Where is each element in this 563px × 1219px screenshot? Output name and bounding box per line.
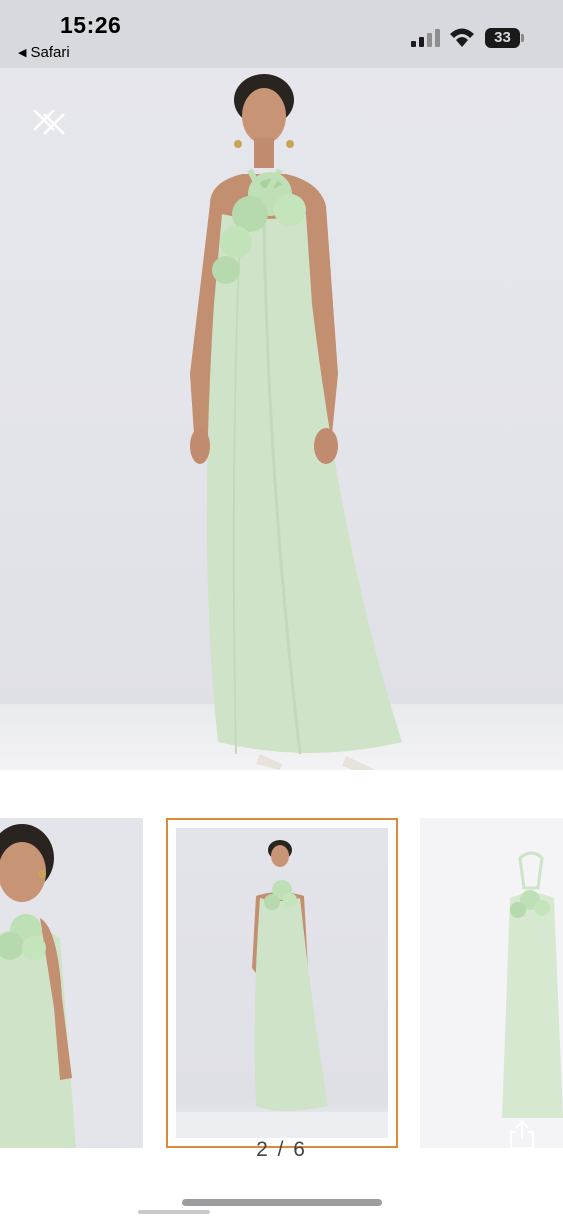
main-product-image[interactable]: [0, 26, 563, 770]
thumbnail-2-selected[interactable]: [166, 818, 398, 1148]
status-time: 15:26: [60, 12, 122, 38]
thumbnail-3[interactable]: [420, 818, 563, 1148]
thumbnail-closeup-image: [0, 818, 143, 1148]
cellular-signal-icon: [411, 29, 440, 47]
battery-icon: 33: [485, 28, 525, 48]
page-indicator: 2 / 6: [256, 1138, 307, 1161]
home-indicator-secondary: [138, 1210, 210, 1214]
thumbnail-1[interactable]: [0, 818, 143, 1148]
thumbnail-strip: [0, 818, 563, 1148]
thumbnail-full-length-image: [176, 840, 388, 1138]
model-in-dress: [190, 74, 402, 770]
battery-level: 33: [494, 29, 511, 46]
wifi-icon: [450, 28, 474, 47]
back-arrow-icon: ◀: [18, 47, 27, 59]
share-icon[interactable]: [508, 1120, 536, 1150]
status-bar: 15:26 ◀ Safari 33: [0, 0, 563, 68]
home-indicator[interactable]: [182, 1199, 382, 1206]
thumbnail-product-flat-image: [420, 818, 563, 1148]
back-to-app-link[interactable]: ◀ Safari: [18, 44, 70, 61]
close-icon[interactable]: [28, 106, 68, 138]
back-app-label: Safari: [30, 44, 70, 61]
